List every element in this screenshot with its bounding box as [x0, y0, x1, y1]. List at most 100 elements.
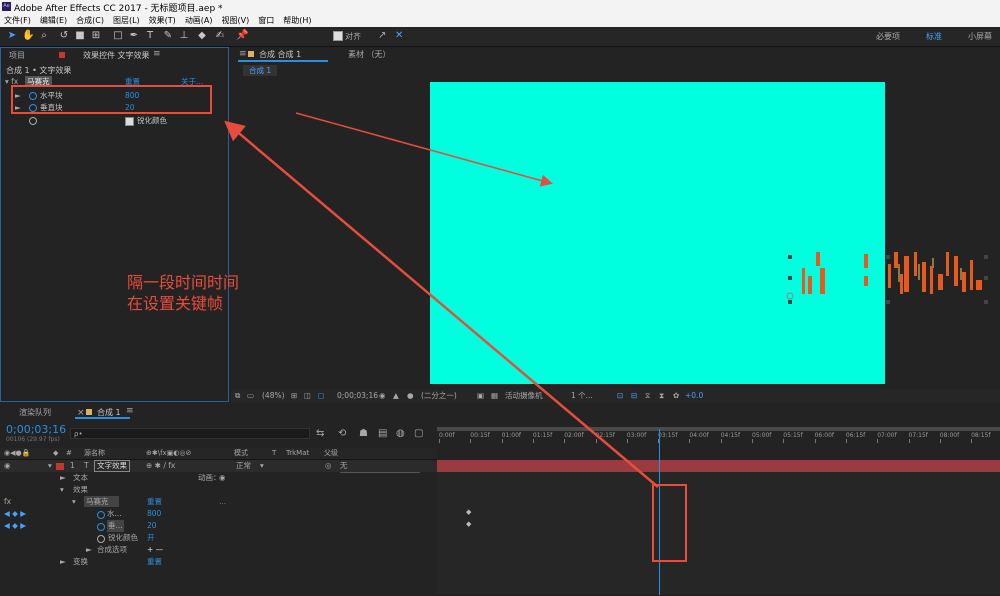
column-parent[interactable]: 父级: [324, 448, 338, 459]
expand-icon[interactable]: ►: [86, 544, 92, 556]
rotate-tool-icon[interactable]: ↺: [58, 30, 70, 42]
selection-tool-icon[interactable]: ➤: [6, 30, 18, 42]
effects-group-row[interactable]: ▾ 效果: [0, 484, 437, 496]
comp-mini-flowchart-icon[interactable]: ⇆: [316, 428, 324, 439]
time-ruler[interactable]: 0:00f 00:15f 01:00f 01:15f 02:00f 02:15f 03:00…: [437, 423, 1000, 459]
keyframe-diamond[interactable]: ◆: [466, 520, 471, 528]
stopwatch-icon[interactable]: [97, 511, 105, 519]
transparency-grid-icon[interactable]: ▦: [491, 389, 498, 402]
pan-behind-tool-icon[interactable]: ⊞: [90, 30, 102, 42]
comp-flowchart-icon[interactable]: ⧖: [645, 389, 650, 402]
expand-icon[interactable]: ▾: [72, 496, 76, 508]
prop-vertical-row[interactable]: ◀ ◆ ▶ 垂... 20: [0, 520, 437, 532]
menu-file[interactable]: 文件(F): [4, 15, 31, 26]
workspace-small-screen[interactable]: 小屏幕: [968, 31, 992, 42]
workspace-standard[interactable]: 标准: [926, 31, 942, 42]
menu-animation[interactable]: 动画(A): [185, 15, 213, 26]
layer-label-color[interactable]: [56, 463, 64, 470]
draft-3d-icon[interactable]: ⟲: [338, 428, 346, 439]
sharpen-checkbox[interactable]: [125, 117, 134, 126]
av-switches-icon[interactable]: ◉◀●🔒: [4, 448, 30, 459]
zoom-tool-icon[interactable]: ⌕: [38, 30, 50, 42]
layer-expand-icon[interactable]: ▾: [48, 460, 52, 472]
transform-reset-link[interactable]: 重置: [147, 556, 162, 568]
effect-reset-link[interactable]: 重置: [147, 496, 162, 508]
column-t[interactable]: T: [272, 448, 276, 459]
transform-row[interactable]: ► 变换 重置: [0, 556, 437, 568]
panel-menu-icon[interactable]: ≡: [153, 49, 161, 59]
expand-icon[interactable]: ►: [60, 556, 66, 568]
flowchart-icon[interactable]: ⧗: [659, 389, 664, 402]
shy-layers-icon[interactable]: ☗: [359, 428, 368, 439]
layer-row[interactable]: ◉ ▾ 1 T 文字效果 ⊕ ✱ / fx 正常 ▾ ◎ 无: [0, 460, 437, 473]
fx-icon[interactable]: fx: [4, 496, 11, 508]
tab-project[interactable]: 项目: [9, 50, 25, 61]
expand-icon[interactable]: ►: [60, 472, 66, 484]
snap-feature-icon[interactable]: ✕: [395, 30, 403, 41]
add-remove-controls[interactable]: + —: [147, 544, 163, 556]
always-preview-icon[interactable]: ⧉: [235, 389, 240, 402]
graph-editor-icon[interactable]: ▢: [414, 428, 423, 439]
menu-effect[interactable]: 效果(T): [149, 15, 176, 26]
tab-effect-controls[interactable]: 效果控件 文字效果: [83, 50, 150, 61]
grid-icon[interactable]: ⊞: [291, 389, 297, 402]
work-area-bar[interactable]: [437, 427, 1000, 431]
keyframe-nav-icon[interactable]: ◀ ◆ ▶: [4, 508, 26, 520]
menu-layer[interactable]: 图层(L): [113, 15, 140, 26]
mask-visibility-icon[interactable]: ◫: [304, 389, 311, 402]
layer-search-input[interactable]: ρ•: [70, 428, 310, 439]
text-group-row[interactable]: ► 文本 动画： ◉: [0, 472, 437, 484]
layer-mode-select[interactable]: 正常: [236, 460, 251, 472]
resolution-select[interactable]: (二分之一): [421, 389, 457, 402]
rectangle-tool-icon[interactable]: □: [112, 30, 124, 42]
views-select[interactable]: 1 个...: [571, 389, 593, 402]
puppet-pin-tool-icon[interactable]: 📌: [236, 30, 248, 42]
stopwatch-icon[interactable]: [29, 117, 37, 125]
tab-layer[interactable]: 素材 （无）: [348, 49, 391, 60]
frame-blending-icon[interactable]: ▤: [378, 428, 387, 439]
tab-composition[interactable]: 合成 合成 1: [259, 49, 301, 60]
effect-name[interactable]: 马赛克: [84, 496, 119, 507]
snap-option-icon[interactable]: ↗: [378, 30, 386, 41]
animate-add-icon[interactable]: ◉: [219, 472, 226, 484]
layer-switches[interactable]: ⊕ ✱ / fx: [146, 460, 175, 472]
stopwatch-icon[interactable]: [97, 523, 105, 531]
prop-horizontal-row[interactable]: ◀ ◆ ▶ 水... 800: [0, 508, 437, 520]
layer-name[interactable]: 文字效果: [94, 460, 130, 472]
keyframe-diamond[interactable]: ◆: [466, 508, 471, 516]
snap-checkbox[interactable]: [333, 31, 343, 41]
camera-select[interactable]: 活动摄像机: [505, 389, 543, 402]
prop-value[interactable]: 开: [147, 532, 155, 544]
menu-edit[interactable]: 编辑(E): [40, 15, 67, 26]
stopwatch-icon[interactable]: [97, 535, 105, 543]
prop-value[interactable]: 20: [147, 520, 157, 532]
brush-tool-icon[interactable]: ✎: [162, 30, 174, 42]
region-icon[interactable]: ▣: [477, 389, 484, 402]
motion-blur-icon[interactable]: ◍: [396, 428, 405, 439]
clone-stamp-tool-icon[interactable]: ⊥: [178, 30, 190, 42]
column-mode[interactable]: 模式: [234, 448, 248, 459]
video-eye-icon[interactable]: ◉: [4, 460, 11, 472]
parent-pick-whip-icon[interactable]: ◎: [325, 460, 332, 472]
snapshot-icon[interactable]: ◉: [379, 389, 386, 402]
menu-composition[interactable]: 合成(C): [76, 15, 104, 26]
type-tool-icon[interactable]: T: [144, 30, 156, 42]
prop-value[interactable]: 800: [147, 508, 161, 520]
camera-tool-icon[interactable]: ■: [74, 30, 86, 42]
effect-row[interactable]: fx ▾ 马赛克 重置 ...: [0, 496, 437, 508]
timeline-timecode[interactable]: 0;00;03;16: [6, 423, 66, 436]
prop-sharpen-row[interactable]: 锐化颜色 开: [0, 532, 437, 544]
comp-canvas[interactable]: [430, 82, 885, 384]
comp-options-row[interactable]: ► 合成选项 + —: [0, 544, 437, 556]
panel-menu-icon[interactable]: ≡: [126, 406, 134, 416]
pen-tool-icon[interactable]: ✒: [128, 30, 140, 42]
region-of-interest-icon[interactable]: ◻: [318, 389, 324, 402]
magnification-select[interactable]: (48%): [262, 389, 285, 402]
animate-label[interactable]: 动画：: [198, 472, 221, 484]
menu-help[interactable]: 帮助(H): [283, 15, 311, 26]
exposure-value[interactable]: +0.0: [685, 389, 703, 402]
fast-previews-icon[interactable]: ⊡: [617, 389, 623, 402]
expand-icon[interactable]: ▾: [60, 484, 64, 496]
mode-dropdown-icon[interactable]: ▾: [260, 460, 264, 472]
column-trkmat[interactable]: TrkMat: [286, 448, 309, 459]
